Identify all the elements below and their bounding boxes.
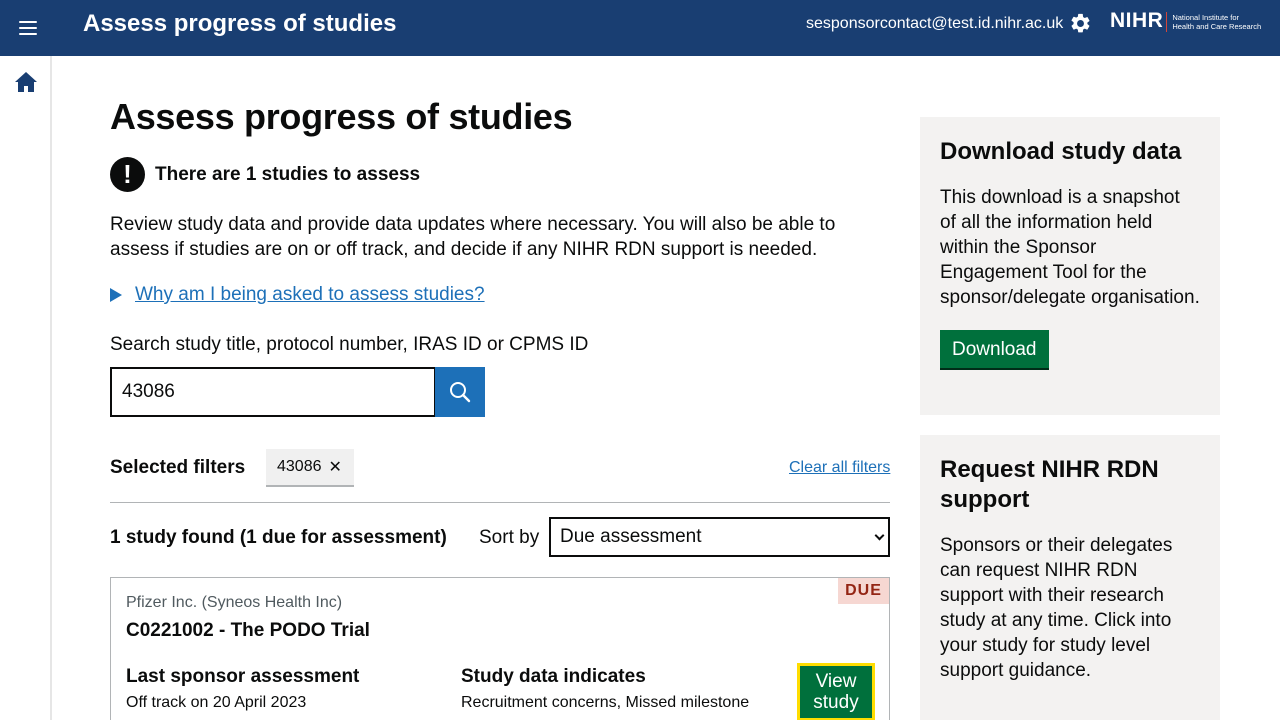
gear-icon[interactable] — [1069, 12, 1092, 35]
last-assessment-value: Off track on 20 April 2023 — [126, 694, 307, 711]
close-icon[interactable]: ✕ — [329, 457, 342, 477]
home-icon[interactable] — [14, 71, 38, 93]
nihr-logo[interactable]: NIHR National Institute for Health and C… — [1110, 8, 1261, 38]
search-icon — [450, 382, 471, 403]
divider — [110, 502, 890, 503]
selected-filters-label: Selected filters — [110, 457, 246, 478]
logo-mark: NIHR — [1110, 9, 1164, 32]
triangle-right-icon — [110, 287, 122, 302]
intro-text: Review study data and provide data updat… — [110, 214, 836, 260]
alert-text: There are 1 studies to assess — [155, 163, 421, 185]
search-label: Search study title, protocol number, IRA… — [110, 334, 589, 355]
logo-line-2: Health and Care Research — [1172, 22, 1262, 31]
side-navigation — [0, 56, 52, 720]
clear-all-filters-link[interactable]: Clear all filters — [789, 458, 890, 478]
logo-separator — [1166, 12, 1168, 32]
search-button[interactable] — [435, 367, 485, 417]
menu-icon[interactable] — [14, 14, 42, 42]
study-card: DUE Pfizer Inc. (Syneos Health Inc) C022… — [110, 577, 890, 720]
results-count: 1 study found (1 due for assessment) — [110, 527, 447, 548]
support-heading: Request NIHR RDN support — [940, 456, 1159, 513]
support-body: Sponsors or their delegates can request … — [940, 535, 1173, 681]
warning-icon: ! — [110, 157, 145, 192]
app-title[interactable]: Assess progress of studies — [83, 10, 396, 38]
assessment-alert: ! There are 1 studies to assess — [110, 157, 420, 192]
due-tag: DUE — [838, 578, 889, 604]
study-title: C0221002 - The PODO Trial — [126, 620, 370, 641]
download-heading: Download study data — [940, 138, 1182, 165]
download-button[interactable]: Download — [940, 330, 1049, 368]
download-body: This download is a snapshot of all the i… — [940, 187, 1200, 308]
details-toggle[interactable]: Why am I being asked to assess studies? — [110, 282, 485, 307]
header-bar: Assess progress of studies sesponsorcont… — [0, 0, 1280, 56]
page-title: Assess progress of studies — [110, 96, 573, 137]
filter-chip[interactable]: 43086 ✕ — [266, 449, 354, 487]
data-indicates-value: Recruitment concerns, Missed milestone — [461, 694, 750, 711]
details-summary-link[interactable]: Why am I being asked to assess studies? — [135, 282, 485, 307]
sort-select-value: Due assessment — [560, 526, 702, 547]
sort-label: Sort by — [479, 527, 540, 548]
view-study-button[interactable]: View study — [797, 663, 875, 720]
last-assessment-heading: Last sponsor assessment — [126, 666, 360, 687]
filter-chip-label: 43086 — [277, 458, 322, 475]
search-input[interactable] — [110, 367, 436, 417]
support-panel: Request NIHR RDN support Sponsors or the… — [920, 435, 1220, 720]
sort-select[interactable]: Due assessment — [549, 517, 890, 557]
data-indicates-heading: Study data indicates — [461, 666, 646, 687]
download-panel: Download study data This download is a s… — [920, 117, 1220, 415]
chevron-down-icon — [874, 530, 885, 541]
logo-line-1: National Institute for — [1172, 13, 1240, 22]
logo-text: National Institute for Health and Care R… — [1172, 13, 1261, 31]
study-organisation: Pfizer Inc. (Syneos Health Inc) — [126, 594, 343, 611]
user-email: sesponsorcontact@test.id.nihr.ac.uk — [806, 15, 1064, 32]
